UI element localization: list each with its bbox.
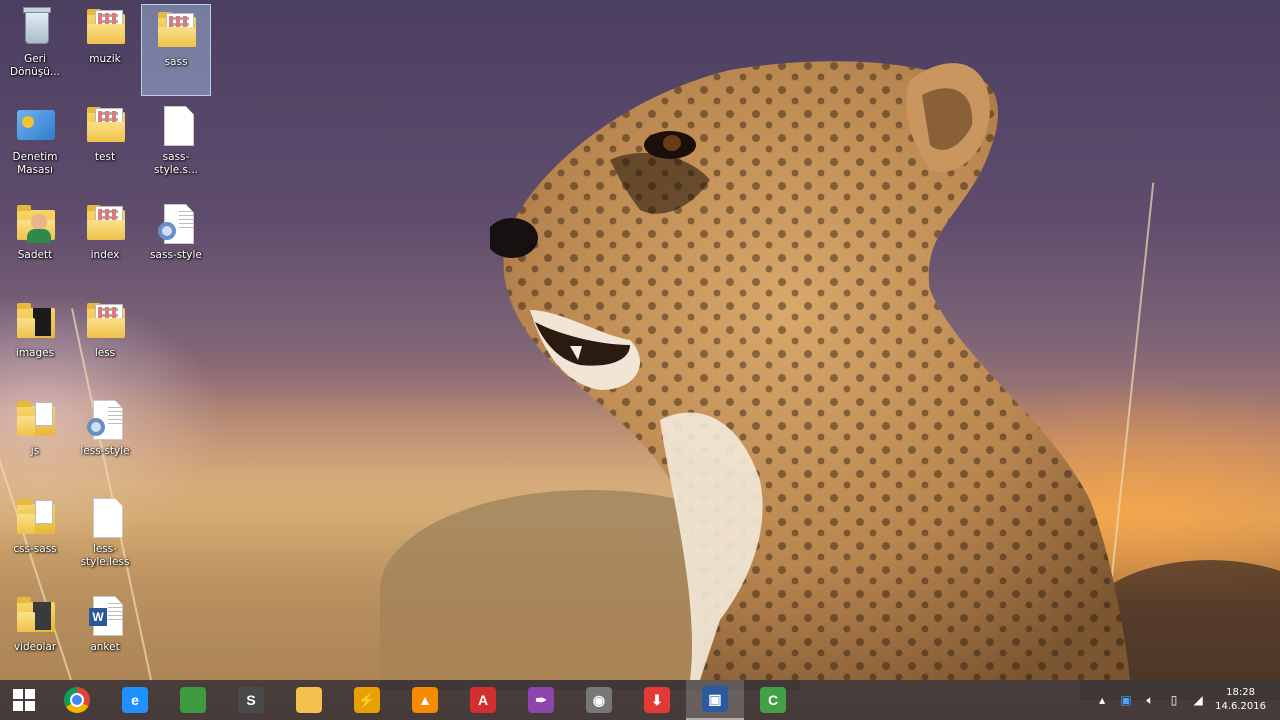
file-icon	[83, 496, 127, 540]
file-icon	[154, 104, 198, 148]
recycle-bin-icon	[13, 6, 57, 50]
taskbar-app-button[interactable]	[280, 680, 338, 720]
volume-icon[interactable]: 🔈︎	[1143, 693, 1157, 707]
signal-icon[interactable]: ◢	[1191, 693, 1205, 707]
taskbar-app-button[interactable]: ▲	[396, 680, 454, 720]
desktop-icon-js[interactable]: js	[0, 394, 70, 486]
control-panel-icon	[13, 104, 57, 148]
desktop-icon-less[interactable]: less	[70, 296, 140, 388]
taskbar-app-button[interactable]	[164, 680, 222, 720]
mask-app-icon: ◉	[586, 687, 612, 713]
folder-icon	[83, 6, 127, 50]
sublime-text-icon: S	[238, 687, 264, 713]
taskbar-app-button[interactable]: e	[106, 680, 164, 720]
feather-app-icon: ✒	[528, 687, 554, 713]
winamp-icon: ⚡	[354, 687, 380, 713]
desktop-icon-label: Geri Dönüşü...	[10, 53, 60, 78]
desktop-icon-label: js	[30, 445, 40, 457]
download-manager-icon: ⬇	[644, 687, 670, 713]
config-file-icon	[83, 398, 127, 442]
desktop-icon-label: muzik	[89, 53, 121, 65]
desktop-icon-user-folder[interactable]: Sadett	[0, 198, 70, 290]
desktop-icon-index[interactable]: index	[70, 198, 140, 290]
system-tray: ▴ ▣ 🔈︎ ▯ ◢ 18:28 14.6.2016	[1095, 680, 1280, 720]
internet-explorer-icon: e	[122, 687, 148, 713]
config-file-icon	[154, 202, 198, 246]
taskbar-app-button[interactable]	[48, 680, 106, 720]
folder-icon	[154, 9, 198, 53]
desktop-icon-control-panel[interactable]: Denetim Masası	[0, 100, 70, 192]
acrobat-icon: A	[470, 687, 496, 713]
clock-date: 14.6.2016	[1215, 701, 1266, 712]
file-explorer-icon	[296, 687, 322, 713]
desktop-icon-label: Sadett	[17, 249, 53, 261]
taskbar-app-button[interactable]: S	[222, 680, 280, 720]
desktop-icon-less-style[interactable]: less-style	[70, 394, 140, 486]
taskbar-app-button[interactable]: ◉	[570, 680, 628, 720]
folder-icon	[13, 300, 57, 344]
taskbar: e S ⚡ ▲ A ✒ ◉ ⬇ ▣ C ▴ ▣ 🔈︎ ▯ ◢ 18:28 14.6.2016	[0, 680, 1280, 720]
desktop-icon-label: index	[90, 249, 120, 261]
network-app-icon[interactable]: ▣	[1119, 693, 1133, 707]
desktop-icon-label: less-style.less	[80, 543, 130, 568]
word-document-icon: W	[83, 594, 127, 638]
desktop-icon-less-style-less[interactable]: less-style.less	[70, 492, 140, 584]
taskbar-app-button[interactable]: ⚡	[338, 680, 396, 720]
taskbar-app-button[interactable]: C	[744, 680, 802, 720]
desktop-icon-label: anket	[90, 641, 120, 653]
taskbar-app-button[interactable]: ✒	[512, 680, 570, 720]
recorder-icon: ▣	[702, 686, 728, 712]
folder-icon	[83, 300, 127, 344]
taskbar-apps: e S ⚡ ▲ A ✒ ◉ ⬇ ▣ C	[48, 680, 802, 720]
desktop-icon-label: less-style	[80, 445, 130, 457]
taskbar-app-button[interactable]: ▣	[686, 680, 744, 720]
clock[interactable]: 18:28 14.6.2016	[1215, 686, 1266, 714]
desktop-icon-label: less	[94, 347, 116, 359]
cheetah-image	[490, 61, 1130, 680]
folder-icon	[83, 104, 127, 148]
desktop-icon-sass-style-scss[interactable]: sass-style.s...	[141, 100, 211, 192]
chrome-icon	[64, 687, 90, 713]
desktop-icon-muzik[interactable]: muzik	[70, 2, 140, 94]
desktop-icon-sass-style[interactable]: sass-style	[141, 198, 211, 290]
desktop-icon-label: sass-style.s...	[154, 151, 198, 176]
desktop-icon-images[interactable]: images	[0, 296, 70, 388]
start-button[interactable]	[0, 680, 48, 720]
desktop-icon-test[interactable]: test	[70, 100, 140, 192]
show-hidden-icon[interactable]: ▴	[1095, 693, 1109, 707]
desktop-icon-label: sass-style	[150, 249, 202, 261]
taskbar-app-button[interactable]: ⬇	[628, 680, 686, 720]
taskbar-app-button[interactable]: A	[454, 680, 512, 720]
folder-icon	[13, 594, 57, 638]
vlc-icon: ▲	[412, 687, 438, 713]
desktop-icon-label: videolar	[13, 641, 57, 653]
desktop-icon-label: css-sass	[13, 543, 57, 555]
desktop-icon-recycle-bin[interactable]: Geri Dönüşü...	[0, 2, 70, 94]
desktop-icon-css-sass[interactable]: css-sass	[0, 492, 70, 584]
camtasia-icon: C	[760, 687, 786, 713]
spreadsheet-app-icon	[180, 687, 206, 713]
user-folder-icon	[13, 202, 57, 246]
desktop-icon-label: Denetim Masası	[12, 151, 58, 176]
power-icon[interactable]: ▯	[1167, 693, 1181, 707]
desktop-icon-anket[interactable]: W anket	[70, 590, 140, 682]
folder-icon	[13, 398, 57, 442]
desktop-icon-label: test	[94, 151, 116, 163]
desktop-icon-label: images	[15, 347, 55, 359]
desktop-icon-videolar[interactable]: videolar	[0, 590, 70, 682]
desktop-icon-label: sass	[164, 56, 188, 68]
folder-icon	[13, 496, 57, 540]
desktop-icons: Geri Dönüşü... muzik sass Denetim Masası…	[0, 0, 230, 680]
windows-logo-icon	[13, 689, 35, 711]
folder-icon	[83, 202, 127, 246]
desktop-icon-sass[interactable]: sass	[141, 4, 211, 96]
clock-time: 18:28	[1226, 687, 1255, 698]
